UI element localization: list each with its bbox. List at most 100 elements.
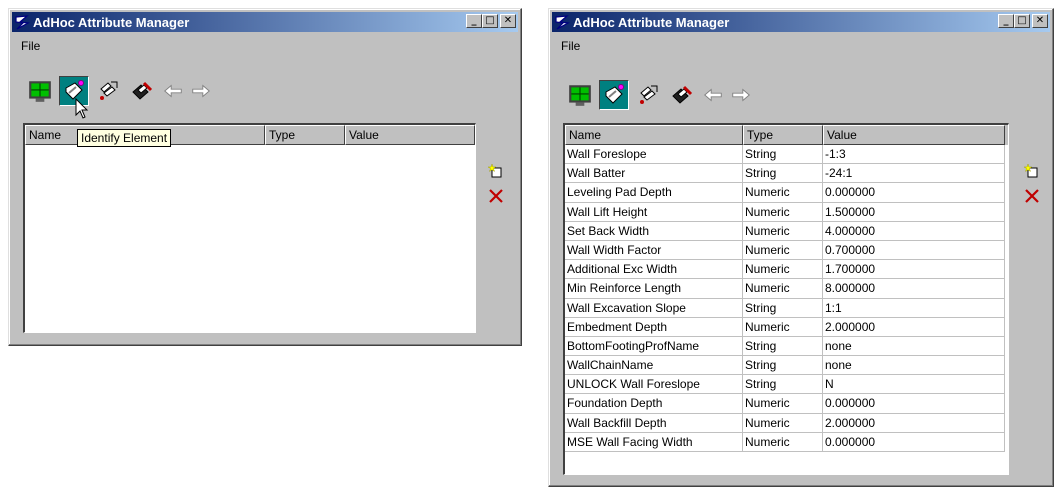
cell-name: Additional Exc Width <box>565 260 743 280</box>
delete-button[interactable] <box>1023 187 1041 205</box>
cell-type: Numeric <box>743 317 823 337</box>
table-header: Name Type Value <box>565 125 1008 145</box>
minimize-button[interactable]: _ <box>998 14 1014 28</box>
column-header-name[interactable]: Name <box>565 125 743 145</box>
table-row[interactable]: Wall Backfill Depth Numeric 2.000000 <box>565 413 1008 433</box>
menu-file[interactable]: File <box>555 39 586 53</box>
cell-value: 0.000000 <box>823 432 1005 452</box>
cell-name: Wall Backfill Depth <box>565 413 743 433</box>
minimize-button[interactable]: _ <box>466 14 482 28</box>
table-row[interactable]: Wall Batter String -24:1 <box>565 164 1008 184</box>
table-row[interactable]: Min Reinforce Length Numeric 8.000000 <box>565 279 1008 299</box>
table-row[interactable]: Leveling Pad Depth Numeric 0.000000 <box>565 183 1008 203</box>
tag-attach-button[interactable] <box>633 80 663 110</box>
maximize-button[interactable]: □ <box>482 14 498 28</box>
cell-name: BottomFootingProfName <box>565 336 743 357</box>
attribute-table[interactable]: Name Type Value <box>23 123 476 333</box>
cell-type: String <box>743 164 823 184</box>
monitor-button[interactable] <box>565 80 595 110</box>
back-arrow-icon <box>162 80 184 102</box>
tag-edit-icon <box>130 79 154 103</box>
back-button[interactable] <box>701 80 725 110</box>
cell-value: -1:3 <box>823 145 1005 165</box>
tag-edit-button[interactable] <box>127 76 157 106</box>
table-row[interactable]: Additional Exc Width Numeric 1.700000 <box>565 260 1008 280</box>
cell-name: Embedment Depth <box>565 317 743 337</box>
tag-attach-icon <box>96 79 120 103</box>
forward-arrow-icon <box>190 80 212 102</box>
menu-bar: File <box>15 37 46 55</box>
delete-button[interactable] <box>487 187 505 205</box>
cell-type: Numeric <box>743 240 823 261</box>
cell-name: MSE Wall Facing Width <box>565 432 743 452</box>
tag-edit-icon <box>670 83 694 107</box>
close-button[interactable]: ✕ <box>1032 14 1048 28</box>
cell-name: Wall Foreslope <box>565 145 743 165</box>
cell-type: Numeric <box>743 260 823 280</box>
forward-button[interactable] <box>729 80 753 110</box>
table-row[interactable]: Wall Width Factor Numeric 0.700000 <box>565 240 1008 261</box>
cell-name: Wall Width Factor <box>565 240 743 261</box>
cell-name: Min Reinforce Length <box>565 279 743 299</box>
table-row[interactable]: WallChainName String none <box>565 356 1008 376</box>
column-header-type[interactable]: Type <box>265 125 345 145</box>
table-row[interactable]: UNLOCK Wall Foreslope String N <box>565 375 1008 395</box>
column-header-type[interactable]: Type <box>743 125 823 145</box>
column-header-value[interactable]: Value <box>345 125 475 145</box>
table-row[interactable]: Set Back Width Numeric 4.000000 <box>565 221 1008 241</box>
cell-value: 0.000000 <box>823 394 1005 414</box>
title-bar[interactable]: AdHoc Attribute Manager _ □ ✕ <box>12 12 518 32</box>
cell-value: 1.500000 <box>823 202 1005 222</box>
new-attribute-icon <box>488 163 504 179</box>
attribute-manager-window-right: AdHoc Attribute Manager _ □ ✕ File Name … <box>548 8 1054 487</box>
attribute-manager-window-left: AdHoc Attribute Manager _ □ ✕ File Name … <box>8 8 522 346</box>
cell-value: N <box>823 375 1005 395</box>
table-row[interactable]: Foundation Depth Numeric 0.000000 <box>565 394 1008 414</box>
table-row[interactable]: Wall Excavation Slope String 1:1 <box>565 298 1008 318</box>
cell-type: Numeric <box>743 202 823 222</box>
table-body: Wall Foreslope String -1:3 Wall Batter Strin… <box>565 145 1008 452</box>
cell-name: Foundation Depth <box>565 394 743 414</box>
menu-bar: File <box>555 37 586 55</box>
identify-element-button[interactable] <box>599 80 629 110</box>
back-button[interactable] <box>161 76 185 106</box>
cell-value: 8.000000 <box>823 279 1005 299</box>
title-bar[interactable]: AdHoc Attribute Manager _ □ ✕ <box>552 12 1050 32</box>
table-row[interactable]: Embedment Depth Numeric 2.000000 <box>565 317 1008 337</box>
column-header-value[interactable]: Value <box>823 125 1005 145</box>
cell-value: none <box>823 336 1005 357</box>
tag-attach-button[interactable] <box>93 76 123 106</box>
forward-button[interactable] <box>189 76 213 106</box>
new-attribute-button[interactable] <box>487 162 505 180</box>
maximize-button[interactable]: □ <box>1014 14 1030 28</box>
monitor-button[interactable] <box>25 76 55 106</box>
table-row[interactable]: MSE Wall Facing Width Numeric 0.000000 <box>565 432 1008 452</box>
cell-type: Numeric <box>743 394 823 414</box>
tag-attach-icon <box>636 83 660 107</box>
table-row[interactable]: BottomFootingProfName String none <box>565 336 1008 357</box>
cell-type: String <box>743 336 823 357</box>
cell-value: 2.000000 <box>823 413 1005 433</box>
delete-icon <box>1024 188 1040 204</box>
cell-name: WallChainName <box>565 356 743 376</box>
close-button[interactable]: ✕ <box>500 14 516 28</box>
menu-file[interactable]: File <box>15 39 46 53</box>
table-row[interactable]: Wall Lift Height Numeric 1.500000 <box>565 202 1008 222</box>
cell-value: -24:1 <box>823 164 1005 184</box>
cell-name: Set Back Width <box>565 221 743 241</box>
tag-edit-button[interactable] <box>667 80 697 110</box>
cell-type: String <box>743 356 823 376</box>
new-attribute-button[interactable] <box>1023 162 1041 180</box>
table-row[interactable]: Wall Foreslope String -1:3 <box>565 145 1008 165</box>
app-icon <box>14 14 30 30</box>
forward-arrow-icon <box>730 84 752 106</box>
cell-name: Wall Batter <box>565 164 743 184</box>
cell-type: Numeric <box>743 221 823 241</box>
cell-value: none <box>823 356 1005 376</box>
cell-name: Wall Excavation Slope <box>565 298 743 318</box>
cell-type: Numeric <box>743 413 823 433</box>
attribute-table[interactable]: Name Type Value Wall Foreslope String -1:3… <box>563 123 1009 475</box>
cell-value: 1:1 <box>823 298 1005 318</box>
cell-value: 1.700000 <box>823 260 1005 280</box>
cell-type: String <box>743 145 823 165</box>
